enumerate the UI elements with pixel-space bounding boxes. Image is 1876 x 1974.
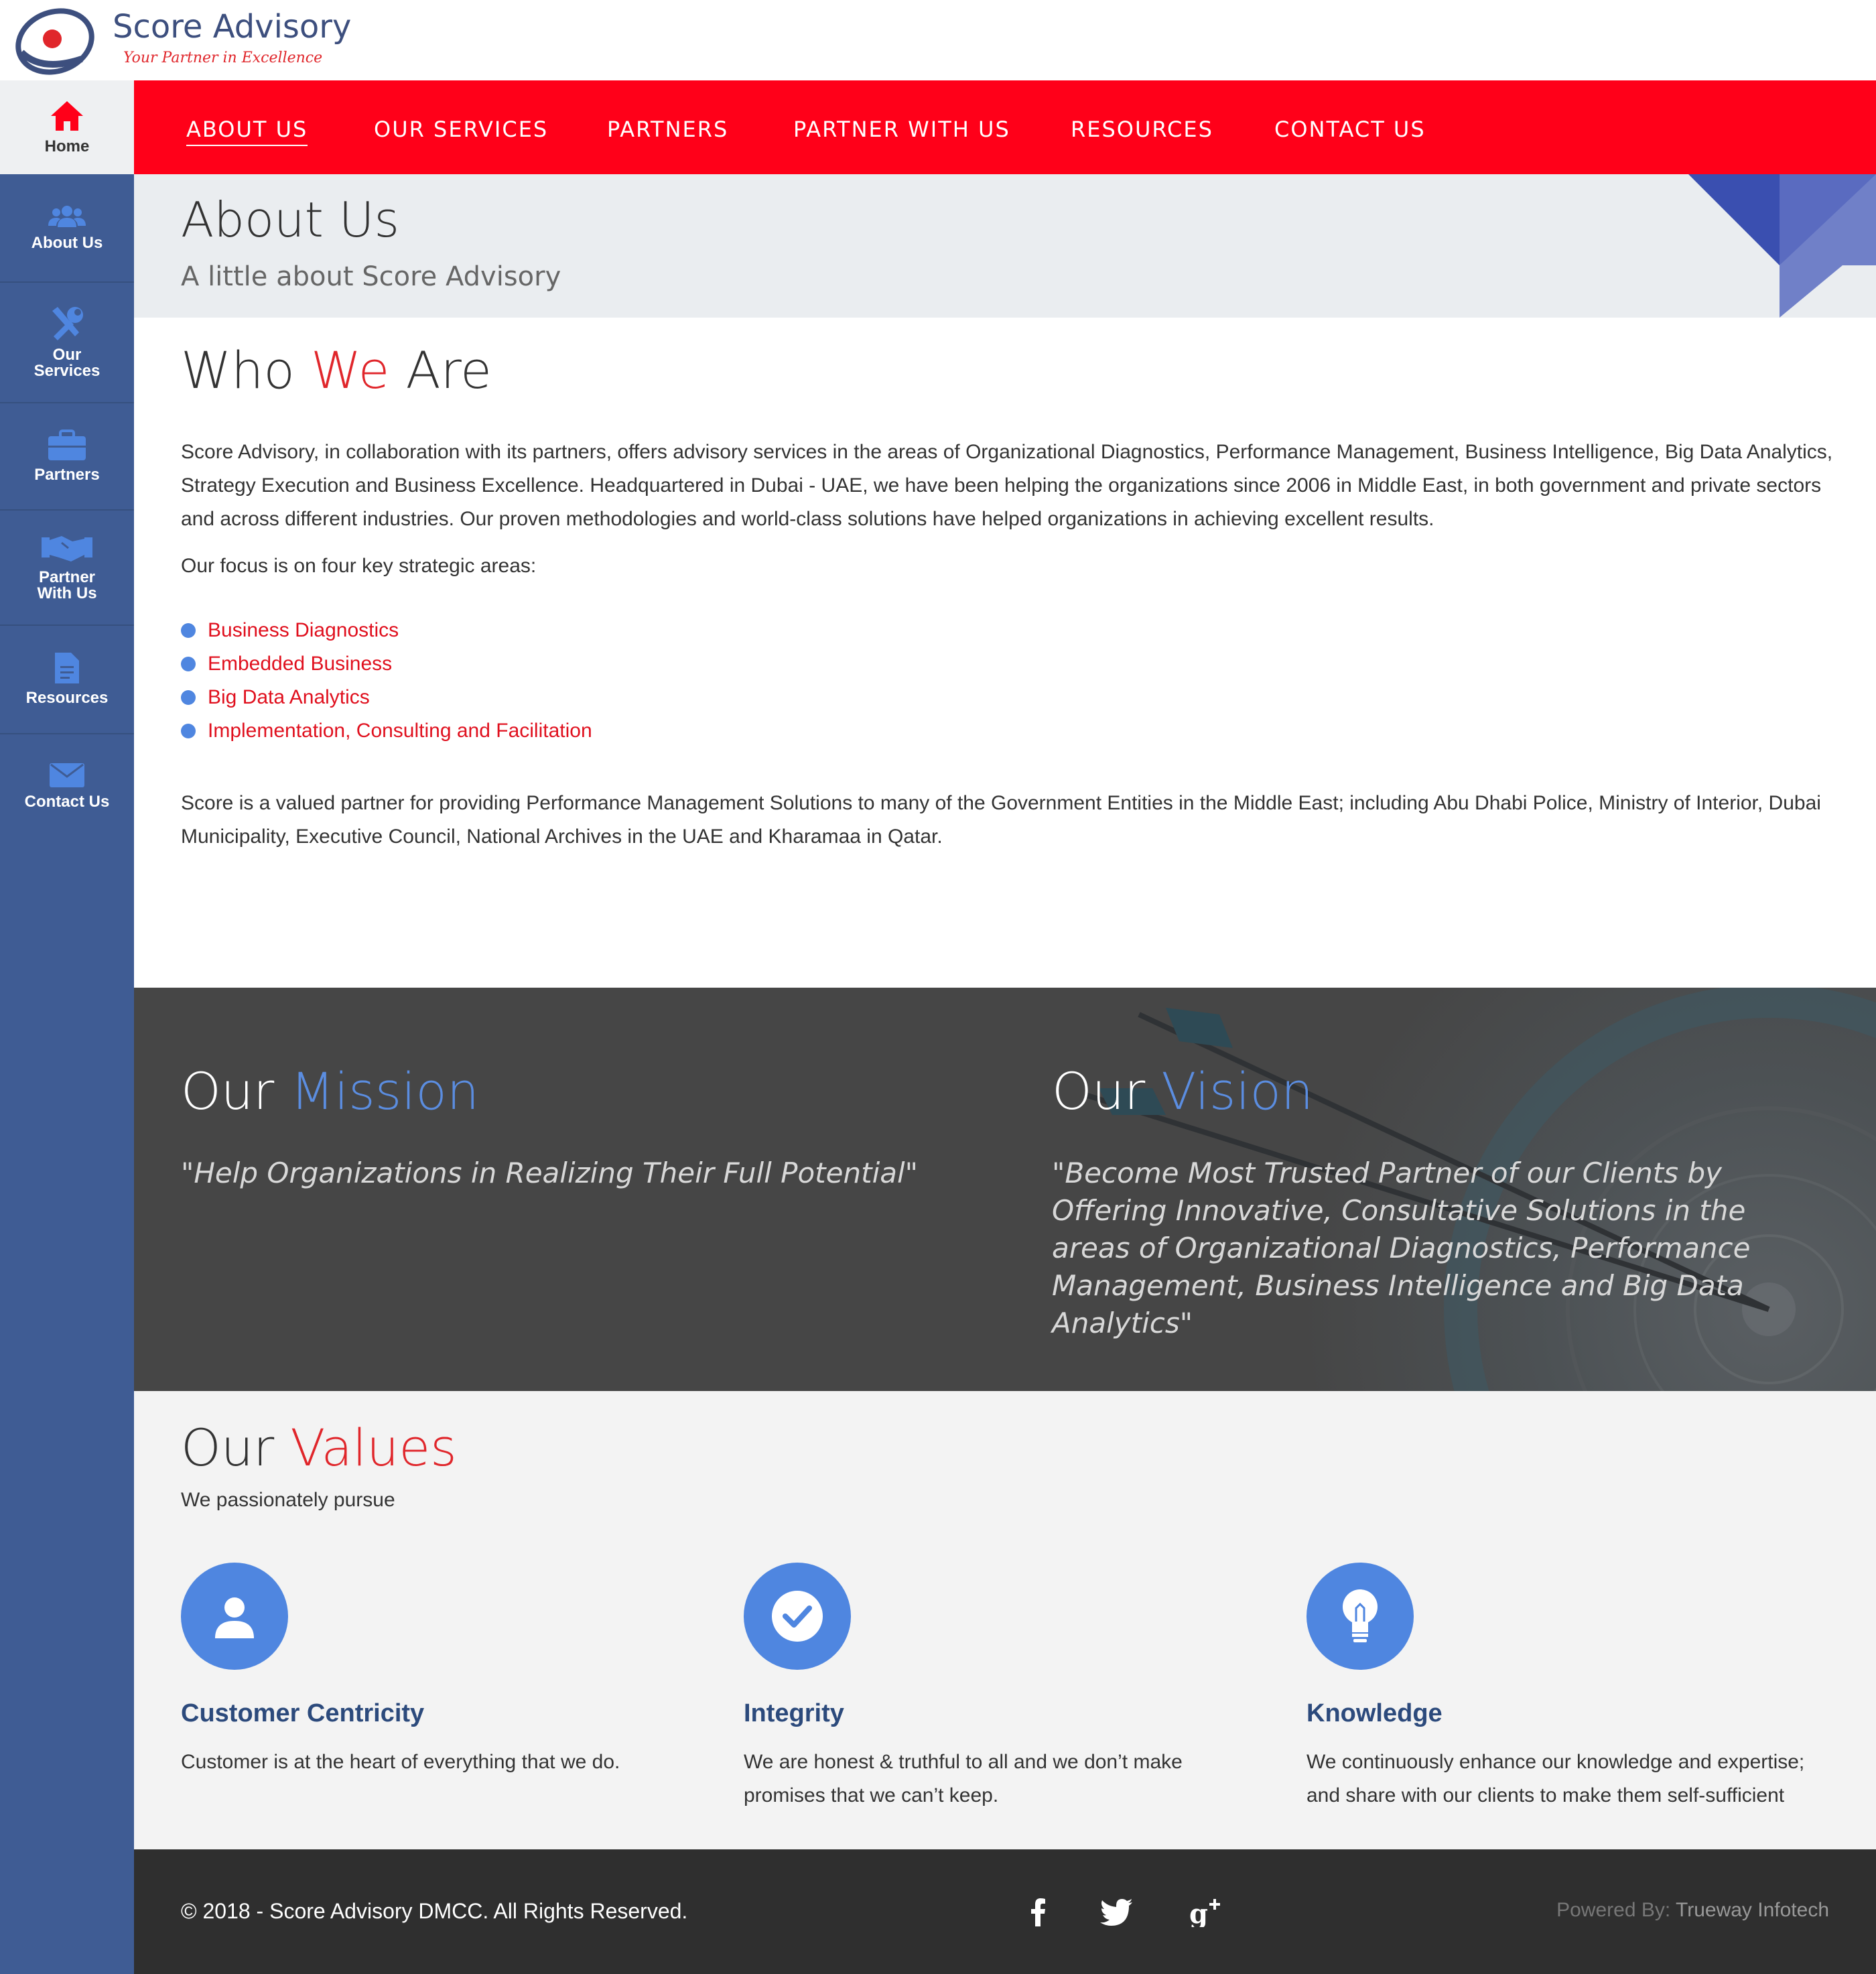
nav-partners[interactable]: PARTNERS [607, 117, 728, 142]
value-title: Integrity [744, 1699, 844, 1727]
value-title: Knowledge [1306, 1699, 1443, 1727]
sidebar-item-contact[interactable]: Contact Us [0, 734, 134, 839]
section-title: Our Values [181, 1418, 457, 1477]
mission-block: Our Mission "Help Organizations in Reali… [181, 1061, 985, 1192]
sidebar-item-label: About Us [31, 234, 103, 252]
list-item-label: Implementation, Consulting and Facilitat… [208, 720, 592, 742]
google-plus-icon[interactable]: g [1186, 1892, 1226, 1932]
sidebar-item-label: With Us [37, 584, 97, 602]
mission-statement: "Help Organizations in Realizing Their F… [181, 1157, 918, 1189]
sidebar-item-partner-with-us[interactable]: Partner With Us [0, 511, 134, 626]
sidebar-item-home[interactable]: Home [0, 80, 134, 174]
nav-our-services[interactable]: OUR SERVICES [374, 117, 548, 142]
sidebar-item-about[interactable]: About Us [0, 174, 134, 283]
powered-by-link[interactable]: Trueway Infotech [1676, 1899, 1829, 1921]
title-part: Our [181, 1418, 291, 1477]
section-title: Who We Are [181, 340, 492, 400]
title-part: Who [181, 340, 311, 400]
powered-by: Powered By: Trueway Infotech [1556, 1899, 1829, 1922]
partners-paragraph: Score is a valued partner for providing … [181, 792, 1821, 848]
list-item-label: Embedded Business [208, 653, 393, 675]
sidebar-item-services[interactable]: Our Services [0, 283, 134, 403]
briefcase-icon [48, 430, 86, 460]
sidebar-item-label: Services [34, 362, 100, 380]
title-accent: We [310, 340, 390, 400]
page-subtitle: A little about Score Advisory [181, 261, 561, 292]
twitter-icon[interactable] [1096, 1892, 1136, 1932]
handshake-icon [42, 536, 92, 562]
list-item[interactable]: Big Data Analytics [181, 681, 592, 714]
title-accent: Vision [1161, 1061, 1314, 1121]
facebook-icon[interactable] [1018, 1892, 1059, 1932]
sidebar-item-label: Contact Us [24, 793, 110, 811]
mission-title: Our Mission [181, 1061, 985, 1121]
tools-icon [52, 307, 83, 340]
page-banner: About Us A little about Score Advisory [134, 174, 1876, 318]
title-accent: Mission [290, 1061, 480, 1121]
value-description: Customer is at the heart of everything t… [181, 1751, 620, 1773]
brand-name[interactable]: Score Advisory [113, 8, 351, 46]
sidebar-item-label: Partner [38, 568, 96, 586]
document-icon [55, 653, 79, 683]
checkmark-icon [744, 1563, 851, 1670]
main-nav: ABOUT US OUR SERVICES PARTNERS PARTNER W… [134, 80, 1876, 174]
home-icon [51, 101, 83, 131]
users-icon [48, 206, 86, 227]
intro-paragraph: Score Advisory, in collaboration with it… [181, 441, 1833, 530]
focus-list: Business Diagnostics Embedded Business B… [181, 614, 592, 748]
banner-decoration [1688, 174, 1876, 318]
site-footer: © 2018 - Score Advisory DMCC. All Rights… [134, 1849, 1876, 1974]
bullet-icon [181, 724, 196, 738]
page-title: About Us [181, 192, 399, 248]
title-part: Our [181, 1061, 291, 1121]
lightbulb-icon [1306, 1563, 1414, 1670]
bullet-icon [181, 657, 196, 671]
value-card: Knowledge We continuously enhance our kn… [1306, 1563, 1829, 1813]
who-we-are-section: Who We Are Score Advisory, in collaborat… [134, 318, 1876, 988]
nav-resources[interactable]: RESOURCES [1071, 117, 1213, 142]
list-item[interactable]: Business Diagnostics [181, 614, 592, 647]
title-part: Are [389, 340, 492, 400]
title-part: Our [1052, 1061, 1162, 1121]
value-description: We are honest & truthful to all and we d… [744, 1751, 1183, 1806]
value-card: Customer Centricity Customer is at the h… [181, 1563, 704, 1779]
copyright-text: © 2018 - Score Advisory DMCC. All Rights… [181, 1899, 688, 1923]
nav-about-us[interactable]: ABOUT US [186, 117, 308, 146]
values-section: Our Values We passionately pursue Custom… [134, 1391, 1876, 1849]
list-item[interactable]: Implementation, Consulting and Facilitat… [181, 714, 592, 748]
site-header: Score Advisory Your Partner in Excellenc… [0, 0, 1876, 80]
envelope-icon [50, 763, 84, 787]
list-item[interactable]: Embedded Business [181, 647, 592, 681]
sidebar-nav: Home About Us Our Services Partners Part… [0, 80, 134, 1974]
score-advisory-logo[interactable] [15, 5, 95, 75]
focus-intro: Our focus is on four key strategic areas… [181, 555, 537, 577]
powered-by-label: Powered By: [1556, 1899, 1676, 1921]
svg-text:g: g [1189, 1898, 1208, 1927]
vision-title: Our Vision [1052, 1061, 1829, 1121]
value-card: Integrity We are honest & truthful to al… [744, 1563, 1266, 1813]
user-icon [181, 1563, 288, 1670]
sidebar-item-label: Resources [25, 689, 109, 707]
sidebar-item-label: Partners [34, 466, 100, 484]
bullet-icon [181, 690, 196, 705]
mission-vision-section: Our Mission "Help Organizations in Reali… [134, 988, 1876, 1391]
sidebar-item-resources[interactable]: Resources [0, 626, 134, 734]
values-subtitle: We passionately pursue [181, 1489, 395, 1511]
sidebar-item-partners[interactable]: Partners [0, 403, 134, 511]
vision-statement: "Become Most Trusted Partner of our Clie… [1052, 1157, 1751, 1339]
sidebar-item-label: Home [44, 137, 90, 155]
vision-block: Our Vision "Become Most Trusted Partner … [1052, 1061, 1829, 1342]
sidebar-item-label: Our [52, 346, 82, 364]
nav-partner-with-us[interactable]: PARTNER WITH US [793, 117, 1010, 142]
bullet-icon [181, 623, 196, 638]
nav-contact-us[interactable]: CONTACT US [1274, 117, 1426, 142]
value-description: We continuously enhance our knowledge an… [1306, 1751, 1805, 1806]
list-item-label: Big Data Analytics [208, 686, 370, 708]
list-item-label: Business Diagnostics [208, 619, 399, 641]
title-accent: Values [290, 1418, 457, 1477]
brand-tagline: Your Partner in Excellence [123, 50, 323, 66]
value-title: Customer Centricity [181, 1699, 425, 1727]
